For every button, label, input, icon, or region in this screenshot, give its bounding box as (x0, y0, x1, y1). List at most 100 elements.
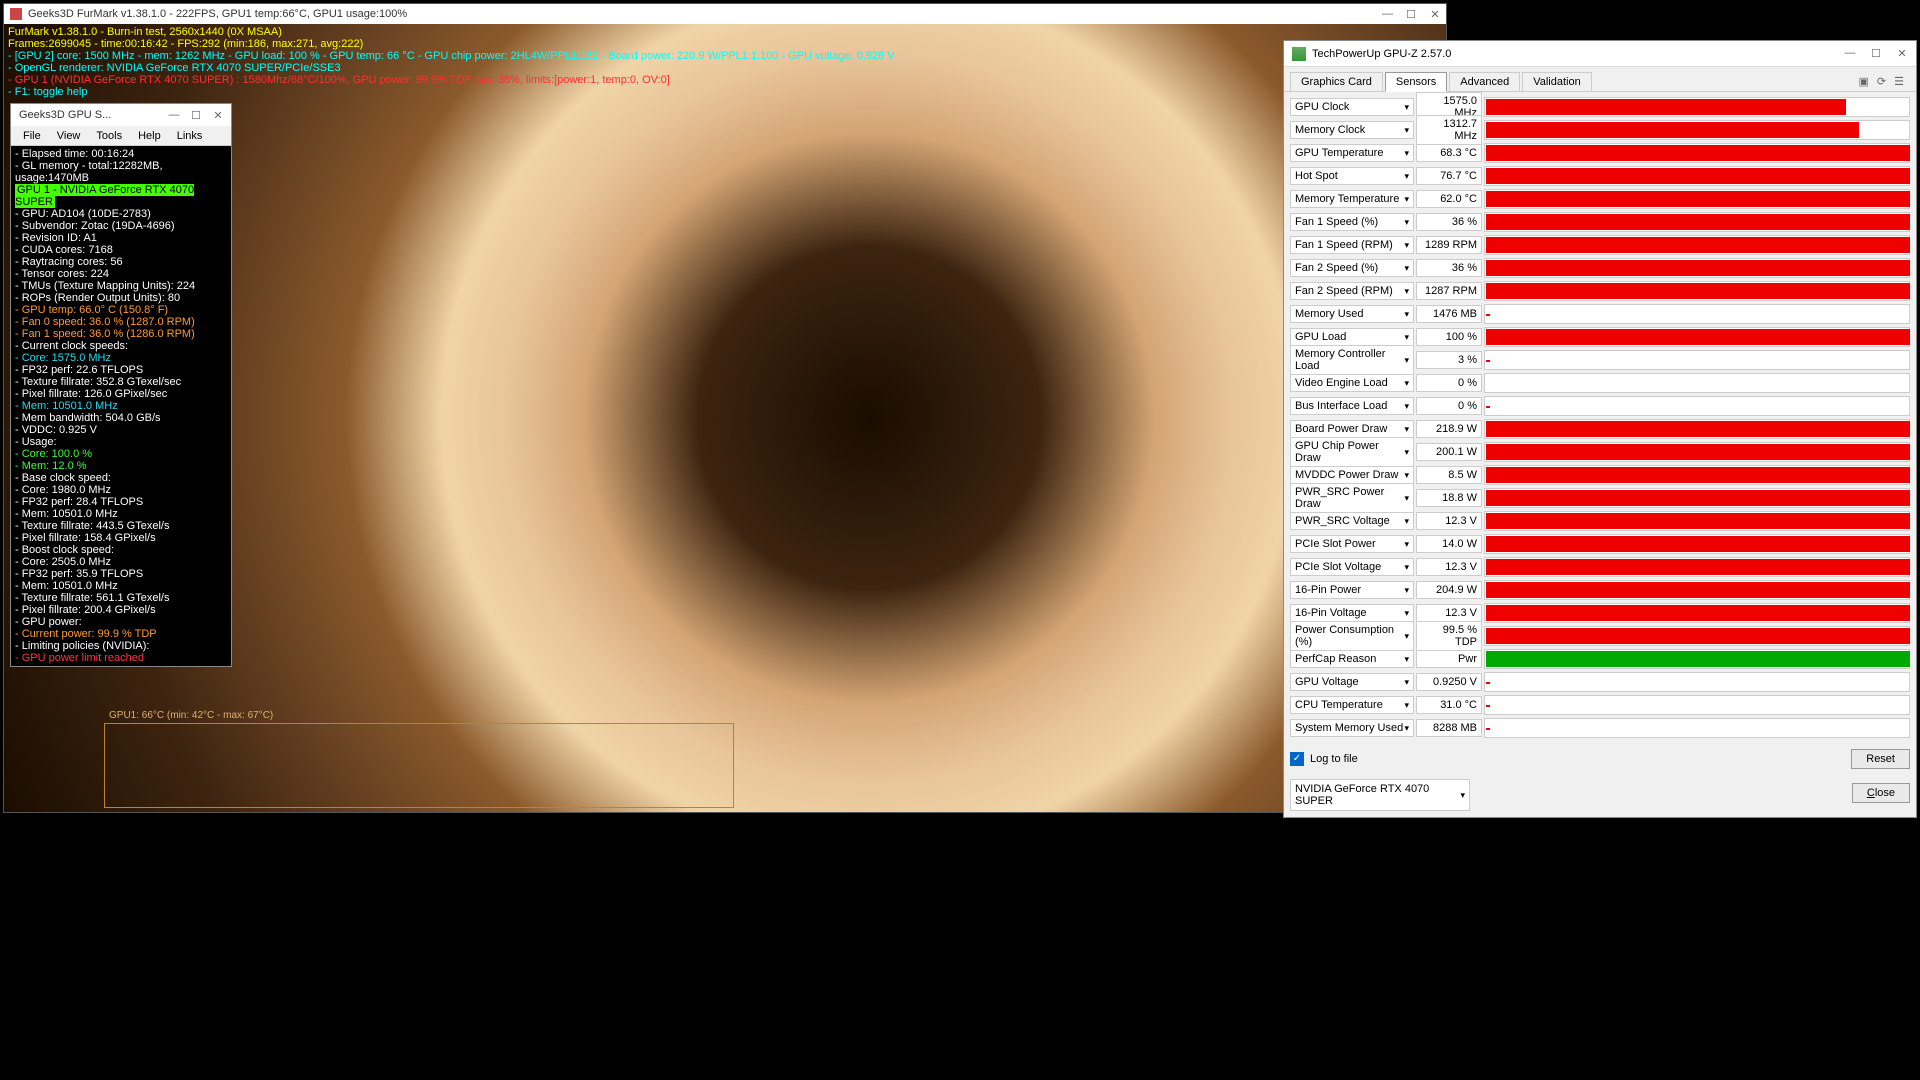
chevron-down-icon: ▾ (1404, 493, 1409, 504)
sensor-label[interactable]: 16-Pin Voltage▾ (1290, 604, 1414, 622)
shark-line: - Boost clock speed: (15, 544, 227, 556)
sensor-label[interactable]: System Memory Used▾ (1290, 719, 1414, 737)
sensor-bar (1484, 511, 1910, 531)
reset-button[interactable]: Reset (1851, 749, 1910, 769)
sensor-row: GPU Chip Power Draw▾200.1 W (1290, 441, 1910, 463)
overlay-line: - F1: toggle help (8, 86, 895, 98)
sensor-row: PWR_SRC Voltage▾12.3 V (1290, 510, 1910, 532)
tab-sensors[interactable]: Sensors (1385, 72, 1447, 92)
shark-line: - Subvendor: Zotac (19DA-4696) (15, 220, 227, 232)
sensor-label[interactable]: MVDDC Power Draw▾ (1290, 466, 1414, 484)
gpuz-footer: ✓ Log to file Reset (1284, 743, 1916, 775)
sensor-label[interactable]: PWR_SRC Voltage▾ (1290, 512, 1414, 530)
maximize-icon[interactable]: ☐ (1870, 47, 1882, 60)
shark-line: - Mem: 12.0 % (15, 460, 227, 472)
sensor-row: Bus Interface Load▾0 % (1290, 395, 1910, 417)
refresh-icon[interactable]: ⟳ (1877, 75, 1886, 88)
tab-graphics-card[interactable]: Graphics Card (1290, 72, 1383, 91)
sensor-label[interactable]: PCIe Slot Power▾ (1290, 535, 1414, 553)
sensor-label[interactable]: PCIe Slot Voltage▾ (1290, 558, 1414, 576)
sensor-row: Hot Spot▾76.7 °C (1290, 165, 1910, 187)
shark-line: - Mem: 10501.0 MHz (15, 580, 227, 592)
maximize-icon[interactable]: ☐ (1406, 8, 1416, 21)
chevron-down-icon: ▾ (1404, 286, 1409, 297)
menu-help[interactable]: Help (130, 130, 169, 142)
close-icon[interactable]: ✕ (209, 109, 227, 122)
sensor-label[interactable]: 16-Pin Power▾ (1290, 581, 1414, 599)
sensor-label[interactable]: Video Engine Load▾ (1290, 374, 1414, 392)
sensor-bar (1484, 373, 1910, 393)
sensor-label[interactable]: Fan 1 Speed (%)▾ (1290, 213, 1414, 231)
menu-file[interactable]: File (15, 130, 49, 142)
furmark-titlebar[interactable]: Geeks3D FurMark v1.38.1.0 - 222FPS, GPU1… (4, 4, 1446, 24)
sensor-label[interactable]: PerfCap Reason▾ (1290, 650, 1414, 668)
menu-tools[interactable]: Tools (88, 130, 130, 142)
sensor-label[interactable]: CPU Temperature▾ (1290, 696, 1414, 714)
sensor-label[interactable]: GPU Chip Power Draw▾ (1290, 437, 1414, 467)
sensor-row: Memory Controller Load▾3 % (1290, 349, 1910, 371)
gpushark-title-text: Geeks3D GPU S... (19, 109, 111, 121)
close-icon[interactable]: ✕ (1896, 47, 1908, 60)
menu-view[interactable]: View (49, 130, 89, 142)
close-icon[interactable]: ✕ (1430, 8, 1440, 21)
furmark-icon (10, 8, 22, 20)
sensor-label[interactable]: GPU Temperature▾ (1290, 144, 1414, 162)
gpushark-body: - Elapsed time: 00:16:24- GL memory - to… (11, 146, 231, 666)
minimize-icon[interactable]: — (1382, 8, 1392, 21)
sensor-bar (1484, 281, 1910, 301)
sensor-bar (1484, 603, 1910, 623)
close-button[interactable]: CCloselose (1852, 783, 1910, 803)
sensor-value: 62.0 °C (1416, 190, 1482, 208)
sensor-label[interactable]: Memory Temperature▾ (1290, 190, 1414, 208)
minimize-icon[interactable]: — (165, 109, 183, 122)
sensor-label[interactable]: Memory Controller Load▾ (1290, 345, 1414, 375)
sensor-value: 0.9250 V (1416, 673, 1482, 691)
chevron-down-icon: ▾ (1404, 631, 1409, 642)
sensor-row: GPU Temperature▾68.3 °C (1290, 142, 1910, 164)
sensor-label[interactable]: Hot Spot▾ (1290, 167, 1414, 185)
sensor-label[interactable]: Fan 2 Speed (RPM)▾ (1290, 282, 1414, 300)
sensor-label[interactable]: Bus Interface Load▾ (1290, 397, 1414, 415)
shark-line: - Texture fillrate: 352.8 GTexel/sec (15, 376, 227, 388)
sensor-value: 0 % (1416, 397, 1482, 415)
shark-line: - GPU power: (15, 616, 227, 628)
sensor-label[interactable]: Fan 1 Speed (RPM)▾ (1290, 236, 1414, 254)
shark-line: - FP32 perf: 22.6 TFLOPS (15, 364, 227, 376)
sensor-bar (1484, 488, 1910, 508)
sensor-label[interactable]: PWR_SRC Power Draw▾ (1290, 483, 1414, 513)
sensor-label[interactable]: Fan 2 Speed (%)▾ (1290, 259, 1414, 277)
sensor-value: 1312.7 MHz (1416, 115, 1482, 145)
sensor-label[interactable]: GPU Clock▾ (1290, 98, 1414, 116)
sensor-label[interactable]: Board Power Draw▾ (1290, 420, 1414, 438)
menu-links[interactable]: Links (169, 130, 211, 142)
sensor-bar (1484, 557, 1910, 577)
chevron-down-icon: ▾ (1404, 585, 1409, 596)
sensor-label[interactable]: Power Consumption (%)▾ (1290, 621, 1414, 651)
gpu-select[interactable]: NVIDIA GeForce RTX 4070 SUPER ▾ (1290, 779, 1470, 811)
sensor-row: GPU Clock▾1575.0 MHz (1290, 96, 1910, 118)
furmark-overlay: FurMark v1.38.1.0 - Burn-in test, 2560x1… (8, 26, 895, 98)
shark-line: - Tensor cores: 224 (15, 268, 227, 280)
sensor-row: 16-Pin Power▾204.9 W (1290, 579, 1910, 601)
sensor-label[interactable]: Memory Clock▾ (1290, 121, 1414, 139)
sensor-bar (1484, 626, 1910, 646)
sensor-label[interactable]: GPU Voltage▾ (1290, 673, 1414, 691)
shark-line: - GPU power limit reached (15, 652, 227, 664)
sensor-value: 8288 MB (1416, 719, 1482, 737)
sensor-label[interactable]: GPU Load▾ (1290, 328, 1414, 346)
maximize-icon[interactable]: ☐ (187, 109, 205, 122)
menu-icon[interactable]: ☰ (1894, 75, 1904, 88)
tab-advanced[interactable]: Advanced (1449, 72, 1520, 91)
log-checkbox[interactable]: ✓ (1290, 752, 1304, 766)
gpuz-titlebar[interactable]: TechPowerUp GPU-Z 2.57.0 — ☐ ✕ (1284, 41, 1916, 67)
shark-line: - Texture fillrate: 561.1 GTexel/s (15, 592, 227, 604)
sensor-value: 1289 RPM (1416, 236, 1482, 254)
sensor-label[interactable]: Memory Used▾ (1290, 305, 1414, 323)
tab-validation[interactable]: Validation (1522, 72, 1592, 91)
shark-line: - TMUs (Texture Mapping Units): 224 (15, 280, 227, 292)
screenshot-icon[interactable]: ▣ (1859, 75, 1869, 88)
sensor-bar (1484, 143, 1910, 163)
gpushark-titlebar[interactable]: Geeks3D GPU S... — ☐ ✕ (11, 104, 231, 126)
sensor-value: 12.3 V (1416, 604, 1482, 622)
minimize-icon[interactable]: — (1844, 47, 1856, 60)
